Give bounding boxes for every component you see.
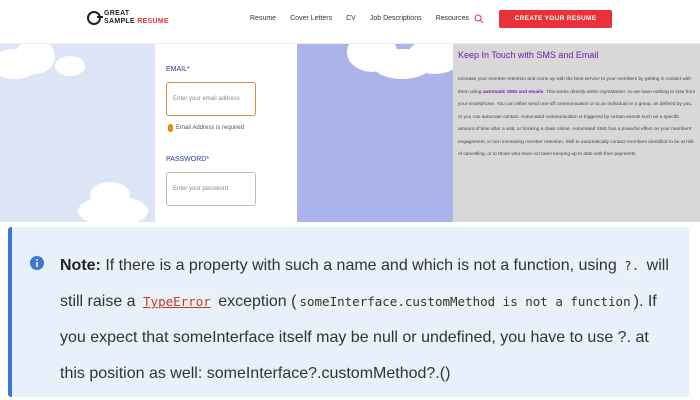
nav-cover-letters[interactable]: Cover Letters (290, 15, 332, 22)
email-label: EMAIL* (166, 66, 190, 73)
info-icon (30, 256, 44, 270)
typeerror-link[interactable]: TypeError (140, 293, 214, 310)
article-link[interactable]: automatic SMS and emails (483, 90, 544, 95)
left-sky-illustration (0, 44, 155, 222)
code-custom-method: someInterface.customMethod is not a func… (296, 293, 634, 310)
password-label: PASSWORD* (166, 156, 210, 163)
logo-icon (87, 11, 103, 25)
note-label: Note: (60, 257, 101, 274)
main-nav: Resume Cover Letters CV Job Descriptions… (250, 15, 483, 22)
warning-icon (168, 124, 173, 132)
site-header: GREAT SAMPLE RESUME Resume Cover Letters… (0, 0, 700, 44)
password-field[interactable]: Enter your password (166, 172, 256, 206)
article-title: Keep In Touch with SMS and Email (458, 50, 599, 60)
nav-job-descriptions[interactable]: Job Descriptions (370, 15, 422, 22)
email-placeholder: Enter your email address (173, 96, 240, 102)
note-text: Note: If there is a property with such a… (60, 257, 669, 382)
nav-resume[interactable]: Resume (250, 15, 276, 22)
article-body: Increase your member retention and come … (458, 77, 696, 157)
email-field[interactable]: Enter your email address (166, 82, 256, 116)
article-section: Keep In Touch with SMS and Email Increas… (453, 44, 700, 222)
email-error-text: Email Address is required (176, 125, 245, 131)
create-resume-button[interactable]: CREATE YOUR RESUME (499, 10, 612, 28)
nav-cv[interactable]: CV (346, 15, 356, 22)
right-sky-illustration (297, 44, 453, 222)
logo-line-2b: RESUME (137, 18, 169, 25)
logo-line-1: GREAT (104, 10, 130, 17)
logo-line-2a: SAMPLE (104, 18, 138, 25)
password-placeholder: Enter your password (173, 186, 229, 192)
email-error: Email Address is required (168, 124, 244, 132)
search-icon[interactable] (474, 14, 484, 24)
site-logo[interactable]: GREAT SAMPLE RESUME (87, 10, 169, 26)
code-optional-chaining: ?. (621, 257, 643, 274)
nav-resources[interactable]: Resources (436, 15, 469, 22)
